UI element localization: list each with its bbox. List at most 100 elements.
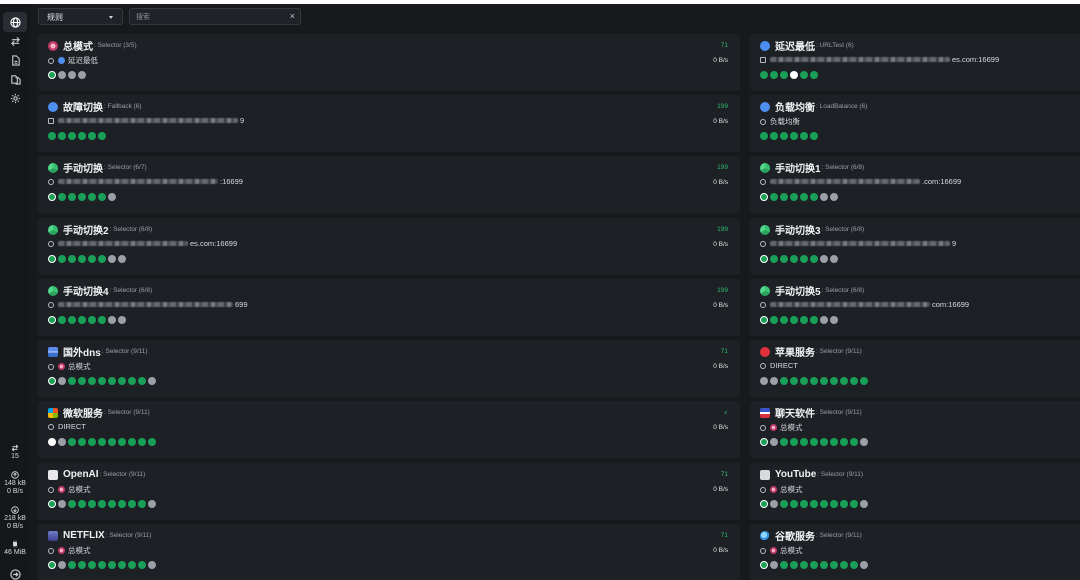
latency-value[interactable]: ⚡ [723, 409, 728, 417]
node-dot[interactable] [770, 255, 778, 263]
latency-value[interactable]: 71 [721, 471, 728, 478]
latency-value[interactable]: 199 [717, 164, 728, 171]
node-dot[interactable] [820, 193, 828, 201]
node-dot[interactable] [760, 71, 768, 79]
node-dot[interactable] [118, 316, 126, 324]
globe-icon[interactable] [3, 12, 27, 32]
node-dot[interactable] [810, 500, 818, 508]
node-dot[interactable] [58, 561, 66, 569]
node-dot[interactable] [790, 377, 798, 385]
node-dot[interactable] [78, 500, 86, 508]
node-dot[interactable] [48, 377, 56, 385]
proxy-group-card[interactable]: 负载均衡: LoadBalance (6) 负载均衡 [750, 95, 1080, 152]
node-dot[interactable] [48, 193, 56, 201]
node-dot[interactable] [830, 316, 838, 324]
proxy-group-card[interactable]: 聊天软件: Selector (9/11) 总模式 [750, 401, 1080, 458]
node-dot[interactable] [760, 316, 768, 324]
node-dot[interactable] [770, 132, 778, 140]
node-dot[interactable] [860, 500, 868, 508]
node-dot[interactable] [88, 561, 96, 569]
proxy-group-card[interactable]: 手动切换1: Selector (6/8) .com:16699 [750, 156, 1080, 213]
proxy-mode-select[interactable]: 规则 [38, 8, 123, 25]
node-dot[interactable] [148, 561, 156, 569]
node-dot[interactable] [68, 316, 76, 324]
node-dot[interactable] [108, 561, 116, 569]
node-dot[interactable] [78, 255, 86, 263]
node-dot[interactable] [770, 438, 778, 446]
node-dot[interactable] [840, 500, 848, 508]
node-dot[interactable] [98, 438, 106, 446]
node-dot[interactable] [128, 438, 136, 446]
node-dot[interactable] [98, 316, 106, 324]
node-dot[interactable] [810, 71, 818, 79]
node-dot[interactable] [830, 255, 838, 263]
node-dot[interactable] [810, 316, 818, 324]
node-dot[interactable] [128, 561, 136, 569]
node-dot[interactable] [780, 500, 788, 508]
node-dot[interactable] [58, 377, 66, 385]
node-dot[interactable] [790, 316, 798, 324]
node-dot[interactable] [78, 193, 86, 201]
node-dot[interactable] [138, 377, 146, 385]
proxy-group-card[interactable]: 手动切换2: Selector (6/8) es.com:16699 199 0 B/… [38, 218, 740, 275]
node-dot[interactable] [58, 500, 66, 508]
node-dot[interactable] [48, 561, 56, 569]
proxy-group-card[interactable]: 故障切换: Fallback (6) 9 199 0 B/s [38, 95, 740, 152]
node-dot[interactable] [138, 500, 146, 508]
node-dot[interactable] [780, 316, 788, 324]
node-dot[interactable] [860, 438, 868, 446]
node-dot[interactable] [760, 193, 768, 201]
proxy-group-card[interactable]: NETFLIX: Selector (9/11) 总模式 71 0 B/s [38, 524, 740, 580]
node-dot[interactable] [88, 132, 96, 140]
node-dot[interactable] [820, 561, 828, 569]
gear-icon[interactable] [3, 88, 27, 108]
proxy-group-card[interactable]: 手动切换3: Selector (6/8) 9 [750, 218, 1080, 275]
node-dot[interactable] [800, 71, 808, 79]
node-dot[interactable] [790, 438, 798, 446]
node-dot[interactable] [790, 193, 798, 201]
node-dot[interactable] [98, 500, 106, 508]
node-dot[interactable] [88, 500, 96, 508]
node-dot[interactable] [108, 193, 116, 201]
node-dot[interactable] [810, 132, 818, 140]
clear-icon[interactable]: × [290, 10, 295, 23]
node-dot[interactable] [840, 561, 848, 569]
node-dot[interactable] [840, 377, 848, 385]
node-dot[interactable] [770, 316, 778, 324]
node-dot[interactable] [820, 377, 828, 385]
node-dot[interactable] [800, 377, 808, 385]
node-dot[interactable] [138, 561, 146, 569]
node-dot[interactable] [850, 438, 858, 446]
node-dot[interactable] [68, 561, 76, 569]
latency-value[interactable]: 199 [717, 226, 728, 233]
proxy-group-card[interactable]: 手动切换5: Selector (6/8) com:16699 [750, 279, 1080, 336]
node-dot[interactable] [830, 377, 838, 385]
proxy-group-card[interactable]: 谷歌服务: Selector (9/11) 总模式 [750, 524, 1080, 580]
node-dot[interactable] [780, 193, 788, 201]
node-dot[interactable] [810, 255, 818, 263]
node-dot[interactable] [88, 255, 96, 263]
node-dot[interactable] [770, 193, 778, 201]
node-dot[interactable] [58, 132, 66, 140]
node-dot[interactable] [800, 561, 808, 569]
latency-value[interactable]: 71 [721, 348, 728, 355]
node-dot[interactable] [760, 561, 768, 569]
latency-value[interactable]: 199 [717, 103, 728, 110]
node-dot[interactable] [88, 438, 96, 446]
node-dot[interactable] [48, 132, 56, 140]
node-dot[interactable] [760, 500, 768, 508]
node-dot[interactable] [850, 377, 858, 385]
node-dot[interactable] [78, 561, 86, 569]
node-dot[interactable] [48, 316, 56, 324]
node-dot[interactable] [118, 438, 126, 446]
node-dot[interactable] [800, 316, 808, 324]
node-dot[interactable] [790, 255, 798, 263]
node-dot[interactable] [138, 438, 146, 446]
node-dot[interactable] [770, 71, 778, 79]
node-dot[interactable] [108, 377, 116, 385]
node-dot[interactable] [108, 438, 116, 446]
node-dot[interactable] [820, 438, 828, 446]
node-dot[interactable] [148, 438, 156, 446]
node-dot[interactable] [68, 377, 76, 385]
node-dot[interactable] [148, 500, 156, 508]
